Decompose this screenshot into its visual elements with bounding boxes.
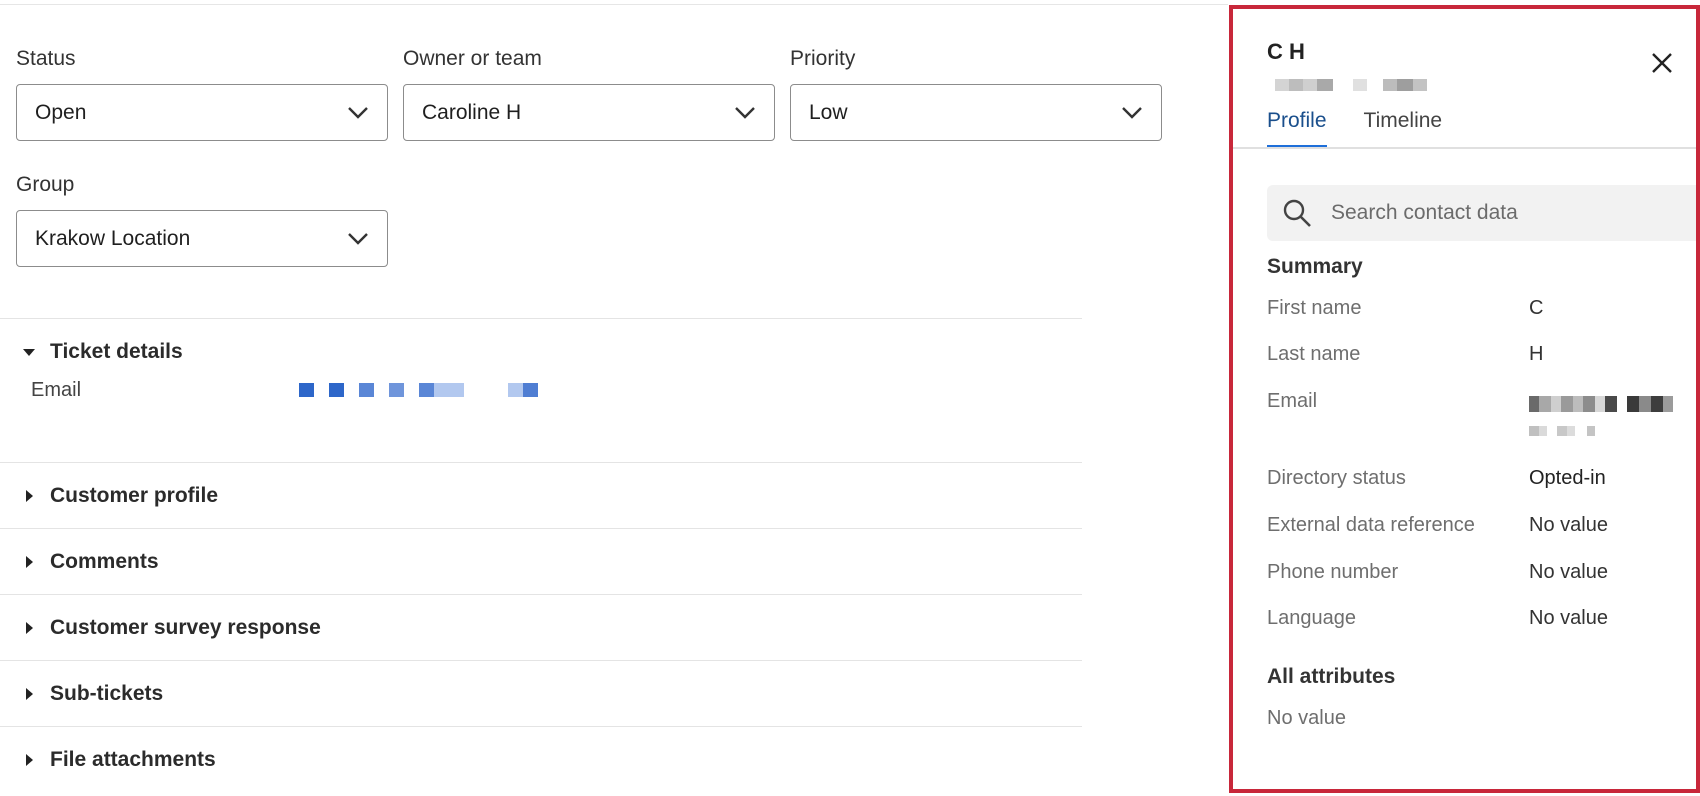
section-header-sub-tickets[interactable]: Sub-tickets <box>0 661 1082 726</box>
summary-heading: Summary <box>1267 255 1363 278</box>
search-input[interactable] <box>1331 201 1691 225</box>
caret-right-icon <box>26 621 33 634</box>
attr-value: Opted-in <box>1529 467 1606 489</box>
contact-subtitle-redacted <box>1275 79 1427 91</box>
section-title: Customer profile <box>50 483 219 507</box>
owner-value: Caroline H <box>422 100 522 124</box>
attr-key: Language <box>1267 607 1356 629</box>
attr-row-first-name: First name C <box>1267 297 1696 320</box>
attr-value: C <box>1529 297 1544 319</box>
contact-profile-panel: C H Profile Timeline Summary First name … <box>1229 5 1700 793</box>
caret-right-icon <box>26 555 33 568</box>
attr-key: Email <box>1267 390 1318 412</box>
section-comments: Comments <box>0 528 1082 594</box>
chevron-down-icon <box>735 106 755 119</box>
attr-row-last-name: Last name H <box>1267 343 1696 366</box>
tab-timeline[interactable]: Timeline <box>1364 109 1443 149</box>
section-file-attachments: File attachments <box>0 726 1082 792</box>
section-header-comments[interactable]: Comments <box>0 529 1082 594</box>
email-link-redacted[interactable] <box>299 383 538 397</box>
section-sub-tickets: Sub-tickets <box>0 660 1082 726</box>
attr-key: External data reference <box>1267 514 1475 536</box>
priority-select[interactable]: Low <box>790 84 1162 141</box>
all-attributes-value: No value <box>1267 707 1346 729</box>
search-icon <box>1283 199 1311 227</box>
email-value-redacted <box>1529 390 1673 436</box>
attr-row-directory-status: Directory status Opted-in <box>1267 467 1696 490</box>
section-ticket-details: Ticket details Email <box>0 318 1082 462</box>
all-attributes-heading: All attributes <box>1267 665 1396 688</box>
priority-value: Low <box>809 100 848 124</box>
section-title: Comments <box>50 549 159 573</box>
attr-row-phone-number: Phone number No value <box>1267 561 1696 584</box>
section-title: File attachments <box>50 747 216 771</box>
email-detail-row: Email <box>0 376 1082 416</box>
attr-key: Phone number <box>1267 561 1399 583</box>
section-customer-profile: Customer profile <box>0 462 1082 528</box>
group-select[interactable]: Krakow Location <box>16 210 388 267</box>
attr-key: Directory status <box>1267 467 1406 489</box>
panel-tabs: Profile Timeline <box>1267 109 1442 149</box>
caret-right-icon <box>26 687 33 700</box>
attr-key: First name <box>1267 297 1362 319</box>
section-title: Ticket details <box>50 339 183 363</box>
contact-search <box>1267 185 1696 241</box>
attr-row-external-data-reference: External data reference No value <box>1267 514 1696 537</box>
status-label: Status <box>16 47 76 70</box>
chevron-down-icon <box>1122 106 1142 119</box>
priority-field: Priority Low <box>790 46 1162 141</box>
attr-row-email: Email <box>1267 390 1696 436</box>
close-icon[interactable] <box>1650 51 1674 75</box>
group-value: Krakow Location <box>35 226 191 250</box>
attr-value: H <box>1529 343 1544 365</box>
caret-right-icon <box>26 753 33 766</box>
contact-name: C H <box>1267 39 1305 64</box>
status-value: Open <box>35 100 87 124</box>
section-header-customer-survey-response[interactable]: Customer survey response <box>0 595 1082 660</box>
owner-field: Owner or team Caroline H <box>403 46 775 141</box>
attr-value: No value <box>1529 607 1608 629</box>
owner-label: Owner or team <box>403 47 542 70</box>
top-divider <box>0 4 1228 5</box>
chevron-down-icon <box>348 232 368 245</box>
tabs-divider <box>1233 147 1696 149</box>
ticket-sections: Ticket details Email Customer profile Co… <box>0 318 1082 792</box>
attr-value: No value <box>1529 514 1608 536</box>
attr-key: Last name <box>1267 343 1361 365</box>
section-header-file-attachments[interactable]: File attachments <box>0 727 1082 792</box>
caret-down-icon <box>23 348 35 356</box>
section-title: Customer survey response <box>50 615 321 639</box>
chevron-down-icon <box>348 106 368 119</box>
section-customer-survey-response: Customer survey response <box>0 594 1082 660</box>
attr-row-language: Language No value <box>1267 607 1696 630</box>
email-label: Email <box>31 378 82 401</box>
status-select[interactable]: Open <box>16 84 388 141</box>
caret-right-icon <box>26 489 33 502</box>
section-header-ticket-details[interactable]: Ticket details <box>0 319 1082 384</box>
owner-select[interactable]: Caroline H <box>403 84 775 141</box>
priority-label: Priority <box>790 47 856 70</box>
section-title: Sub-tickets <box>50 681 164 705</box>
group-field: Group Krakow Location <box>16 172 388 267</box>
tab-profile[interactable]: Profile <box>1267 109 1327 149</box>
group-label: Group <box>16 173 75 196</box>
section-header-customer-profile[interactable]: Customer profile <box>0 463 1082 528</box>
status-field: Status Open <box>16 46 388 141</box>
attr-value: No value <box>1529 561 1608 583</box>
